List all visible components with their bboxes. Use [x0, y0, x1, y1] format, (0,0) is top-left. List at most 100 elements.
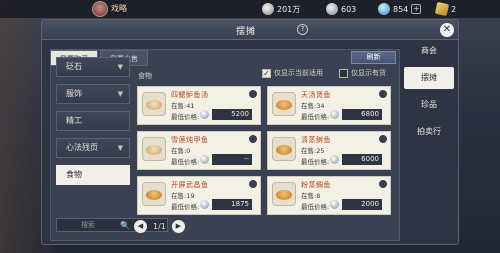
item-price: 6000: [342, 154, 382, 165]
silver-icon: [200, 110, 209, 119]
favorite-icon[interactable]: [379, 90, 387, 98]
steamed-fish-icon: [272, 137, 296, 161]
item-name: 粉蒸鲷鱼: [301, 181, 331, 189]
tab-treasures[interactable]: 珍品: [404, 94, 454, 116]
item-name: 开屏武昌鱼: [171, 181, 209, 189]
currency-value: 854: [393, 4, 409, 14]
silver-icon: [330, 110, 339, 119]
panel-title: 摆摊: [236, 27, 257, 37]
close-icon[interactable]: ✕: [440, 23, 454, 37]
category-label: 服饰: [66, 89, 82, 98]
panel-header: 摆摊 ? ✕: [42, 20, 458, 40]
chevron-down-icon: ▼: [117, 90, 123, 98]
currency-token[interactable]: 2: [434, 1, 457, 17]
list-item[interactable]: 四鳃鲈鱼汤 在售:41 最低价格: 5200: [137, 86, 261, 125]
token-icon: [434, 1, 450, 17]
item-stock: 在售:19: [171, 192, 195, 200]
category-list: 砭石 ▼ 服饰 ▼ 精工 心法残页 ▼ 食物: [15, 57, 130, 192]
list-item[interactable]: 雪莲炖甲鱼 在售:0 最低价格: --: [137, 131, 261, 170]
category-item-stone[interactable]: 砭石 ▼: [56, 57, 130, 77]
item-name: 四鳃鲈鱼汤: [171, 91, 209, 99]
filter-applicable[interactable]: ✓ 仅显示当前适用: [262, 68, 323, 78]
item-price: 2000: [342, 199, 382, 210]
checkbox-in-stock[interactable]: [339, 68, 348, 78]
item-price: 1875: [212, 199, 252, 210]
item-price: --: [212, 154, 252, 165]
category-item-manual-pages[interactable]: 心法残页 ▼: [56, 138, 130, 158]
search-placeholder: 搜索: [81, 221, 95, 229]
pagination: ◀ 1/1 ▶: [134, 219, 185, 233]
favorite-icon[interactable]: [379, 135, 387, 143]
chevron-down-icon: ▼: [117, 63, 123, 71]
fish-dish-icon: [272, 92, 296, 116]
category-label: 精工: [66, 116, 82, 125]
silver-icon: [200, 200, 209, 209]
filter-label: 仅显示当前适用: [274, 69, 323, 77]
currency-coin[interactable]: 201万: [262, 2, 300, 16]
tab-stall[interactable]: 摆摊: [404, 67, 454, 89]
tab-auction[interactable]: 拍卖行: [404, 121, 454, 143]
chevron-down-icon: ▼: [117, 144, 123, 152]
category-item-craft[interactable]: 精工: [56, 111, 130, 131]
list-item[interactable]: 开屏武昌鱼 在售:19 最低价格: 1875: [137, 176, 261, 215]
search-icon[interactable]: 🔍: [120, 220, 130, 232]
currency-jade[interactable]: 854 +: [378, 2, 422, 16]
player-name: 戏略: [111, 4, 127, 13]
refresh-button[interactable]: 刷新: [351, 51, 396, 64]
turtle-soup-icon: [142, 137, 166, 161]
item-price-label: 最低价格:: [171, 158, 200, 166]
tab-chamber[interactable]: 商会: [404, 40, 454, 62]
side-tabs: 商会 摆摊 珍品 拍卖行: [404, 40, 454, 148]
currency-value: 603: [341, 4, 357, 14]
steamed-fish-icon: [272, 182, 296, 206]
currency-value: 201万: [277, 4, 301, 14]
next-page-button[interactable]: ▶: [171, 219, 185, 233]
category-item-food[interactable]: 食物: [56, 165, 130, 185]
favorite-icon[interactable]: [379, 180, 387, 188]
fish-soup-icon: [142, 92, 166, 116]
category-label: 心法残页: [66, 143, 98, 152]
prev-page-button[interactable]: ◀: [134, 219, 147, 233]
top-bar: 戏略 201万 603 854 + 2: [0, 0, 500, 18]
favorite-icon[interactable]: [249, 135, 257, 143]
silver-icon: [326, 3, 338, 15]
item-price-label: 最低价格:: [171, 113, 200, 121]
item-name: 清蒸鲥鱼: [301, 136, 331, 144]
coin-icon: [262, 3, 274, 15]
silver-icon: [330, 155, 339, 164]
item-price-label: 最低价格:: [301, 113, 330, 121]
section-title: 食物: [138, 72, 152, 80]
item-stock: 在售:0: [171, 147, 191, 155]
favorite-icon[interactable]: [249, 180, 257, 188]
item-price: 6800: [342, 109, 382, 120]
currency-silver[interactable]: 603: [326, 2, 356, 16]
category-label: 食物: [66, 170, 82, 179]
wuchang-fish-icon: [142, 182, 166, 206]
item-name: 雪莲炖甲鱼: [171, 136, 209, 144]
item-price: 5200: [212, 109, 252, 120]
silver-icon: [200, 155, 209, 164]
filter-in-stock[interactable]: 仅显示有货: [339, 68, 386, 78]
item-stock: 在售:34: [301, 102, 325, 110]
item-stock: 在售:8: [301, 192, 321, 200]
item-name: 天汤煲鱼: [301, 91, 331, 99]
list-item[interactable]: 天汤煲鱼 在售:34 最低价格: 6800: [267, 86, 391, 125]
checkbox-applicable[interactable]: ✓: [262, 68, 271, 78]
category-item-clothing[interactable]: 服饰 ▼: [56, 84, 130, 104]
item-stock: 在售:41: [171, 102, 195, 110]
silver-icon: [330, 200, 339, 209]
avatar[interactable]: [92, 1, 108, 17]
jade-icon: [378, 3, 390, 15]
page-indicator: 1/1: [153, 221, 166, 231]
item-stock: 在售:25: [301, 147, 325, 155]
item-price-label: 最低价格:: [301, 203, 330, 211]
help-icon[interactable]: ?: [297, 24, 308, 35]
currency-value: 2: [451, 4, 457, 14]
list-item[interactable]: 粉蒸鲷鱼 在售:8 最低价格: 2000: [267, 176, 391, 215]
list-item[interactable]: 清蒸鲥鱼 在售:25 最低价格: 6000: [267, 131, 391, 170]
favorite-icon[interactable]: [249, 90, 257, 98]
filter-label: 仅显示有货: [351, 69, 386, 77]
add-currency-icon[interactable]: +: [411, 4, 422, 14]
item-price-label: 最低价格:: [301, 158, 330, 166]
item-price-label: 最低价格:: [171, 203, 200, 211]
